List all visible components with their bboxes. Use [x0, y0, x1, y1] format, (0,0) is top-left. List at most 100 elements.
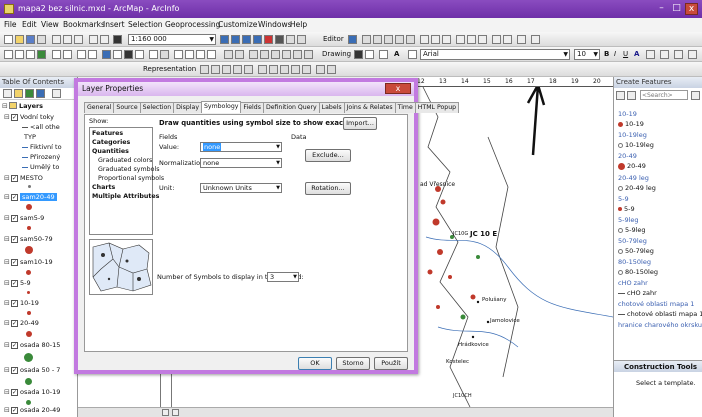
pan-icon[interactable] [26, 50, 35, 59]
rotate-tool-icon[interactable] [406, 35, 415, 44]
toc-item-sam5-9[interactable]: ⊟ ✓ sam5-9 [4, 213, 44, 224]
magnifier-icon[interactable] [260, 50, 269, 59]
toc-options-icon[interactable] [52, 89, 61, 98]
table-icon[interactable] [293, 50, 302, 59]
layout-view-toggle-icon[interactable] [162, 409, 169, 416]
rectangle-icon[interactable] [379, 50, 388, 59]
template-item[interactable]: cHO zahr [618, 289, 657, 297]
show-item-proportional-symbols[interactable]: Proportional symbols [98, 175, 164, 182]
tab-html-popup[interactable]: HTML Popup [414, 102, 460, 113]
cut-icon[interactable] [52, 35, 61, 44]
identify-icon[interactable] [135, 50, 144, 59]
split-tool-icon[interactable] [395, 35, 404, 44]
clear-selection-icon[interactable] [113, 50, 122, 59]
search-icon[interactable] [691, 91, 700, 100]
toc-item-5-9[interactable]: ⊟ ✓ 5-9 [4, 278, 31, 289]
select-graphics-icon[interactable] [354, 50, 363, 59]
menu-customize[interactable]: Customize [218, 20, 257, 29]
show-item-categories[interactable]: Categories [92, 139, 130, 146]
menu-file[interactable]: File [4, 20, 17, 29]
data-view-toggle-icon[interactable] [172, 409, 179, 416]
rotate-graphic-icon[interactable] [365, 50, 374, 59]
rep-lasso-icon[interactable] [222, 65, 231, 74]
show-item-charts[interactable]: Charts [92, 184, 115, 191]
line-color-icon[interactable] [660, 50, 669, 59]
sketch-properties-icon[interactable] [431, 35, 440, 44]
tab-joins-relates[interactable]: Joins & Relates [343, 102, 396, 113]
new-document-icon[interactable] [4, 35, 13, 44]
hyperlink-icon[interactable] [235, 50, 244, 59]
arctoolbox-icon[interactable] [264, 35, 273, 44]
rep-line-icon[interactable] [291, 65, 300, 74]
font-color-icon[interactable]: A [634, 50, 639, 58]
tab-selection[interactable]: Selection [139, 102, 175, 113]
dialog-close-button[interactable]: x [385, 83, 411, 94]
open-folder-icon[interactable] [15, 35, 24, 44]
toc-item-osada-20-49[interactable]: ⊟ ✓ osada 20-49 [4, 405, 60, 416]
template-search-input[interactable] [640, 90, 688, 100]
map-scale-combo[interactable]: 1:160 000 ▼ [128, 34, 216, 45]
table-of-contents-icon[interactable] [231, 35, 240, 44]
toc-item-osada-50-7[interactable]: ⊟ ✓ osada 50 - 7 [4, 365, 60, 376]
tab-display[interactable]: Display [173, 102, 202, 113]
show-item-graduated-symbols[interactable]: Graduated symbols [98, 166, 160, 173]
template-item[interactable]: chotové oblasti mapa 1 [618, 310, 702, 318]
template-item[interactable]: 20-49 leg [618, 184, 656, 192]
unit-select[interactable]: Unknown Units ▼ [200, 183, 282, 193]
editor-menu[interactable]: Editor [323, 35, 344, 43]
rep-free-transform-icon[interactable] [233, 65, 242, 74]
list-by-selection-icon[interactable] [36, 89, 45, 98]
rotation-button[interactable]: Rotation... [305, 182, 351, 195]
graphics-icon[interactable] [282, 50, 291, 59]
straight-segment-icon[interactable] [362, 35, 371, 44]
rep-marker-icon[interactable] [280, 65, 289, 74]
rep-properties-icon[interactable] [269, 65, 278, 74]
filter-icon[interactable] [627, 91, 636, 100]
report-icon[interactable] [304, 50, 313, 59]
font-name-combo[interactable]: Arial ▼ [420, 49, 570, 60]
rep-fill-icon[interactable] [302, 65, 311, 74]
attributes-icon[interactable] [420, 35, 429, 44]
copy-icon[interactable] [63, 35, 72, 44]
layout-view-icon[interactable] [492, 35, 501, 44]
tab-definition-query[interactable]: Definition Query [262, 102, 320, 113]
rep-direct-select-icon[interactable] [211, 65, 220, 74]
underline-button[interactable]: U [623, 50, 628, 58]
swipe-icon[interactable] [224, 50, 233, 59]
toc-item-sam20-49[interactable]: ⊟ ✓ sam20-49 [4, 192, 57, 203]
viewer-window-icon[interactable] [249, 50, 258, 59]
toc-item-10-19[interactable]: ⊟ ✓ 10-19 [4, 298, 39, 309]
menu-bookmarks[interactable]: Bookmarks [63, 20, 105, 29]
html-popup-icon[interactable] [149, 50, 158, 59]
forward-extent-icon[interactable] [88, 50, 97, 59]
exclude-button[interactable]: Exclude... [305, 149, 351, 162]
rep-erase-icon[interactable] [244, 65, 253, 74]
menu-edit[interactable]: Edit [22, 20, 37, 29]
rep-select-icon[interactable] [200, 65, 209, 74]
measure-icon[interactable] [160, 50, 169, 59]
ok-button[interactable]: OK [298, 357, 332, 370]
search-window-icon[interactable] [253, 35, 262, 44]
editor-toolbar-icon[interactable] [220, 35, 229, 44]
menu-help[interactable]: Help [290, 20, 307, 29]
overview-icon[interactable] [271, 50, 280, 59]
toc-item-mesto[interactable]: ⊟ ✓ MESTO [4, 173, 43, 184]
template-item[interactable]: 10-19 [618, 120, 644, 128]
georeferencing-icon[interactable] [456, 35, 465, 44]
tab-symbology[interactable]: Symbology [200, 101, 242, 113]
marker-color-icon[interactable] [674, 50, 683, 59]
paste-icon[interactable] [74, 35, 83, 44]
catalog-icon[interactable] [242, 35, 251, 44]
drawing-menu[interactable]: Drawing [322, 50, 351, 58]
toc-item-sam10-19[interactable]: ⊟ ✓ sam10-19 [4, 257, 53, 268]
toc-item-sam50-79[interactable]: ⊟ ✓ sam50-79 [4, 234, 53, 245]
legend-symbol-count-select[interactable]: 3 ▼ [267, 272, 299, 282]
toc-item-osada-80-15[interactable]: ⊟ ✓ osada 80-15 [4, 340, 60, 351]
toc-item-20-49[interactable]: ⊟ ✓ 20-49 [4, 318, 39, 329]
tab-source[interactable]: Source [113, 102, 141, 113]
time-slider-icon[interactable] [207, 50, 216, 59]
menu-view[interactable]: View [41, 20, 59, 29]
value-field-select[interactable]: none ▼ [200, 142, 282, 152]
text-tool-icon[interactable]: A [394, 50, 399, 58]
list-by-drawing-order-icon[interactable] [3, 89, 12, 98]
